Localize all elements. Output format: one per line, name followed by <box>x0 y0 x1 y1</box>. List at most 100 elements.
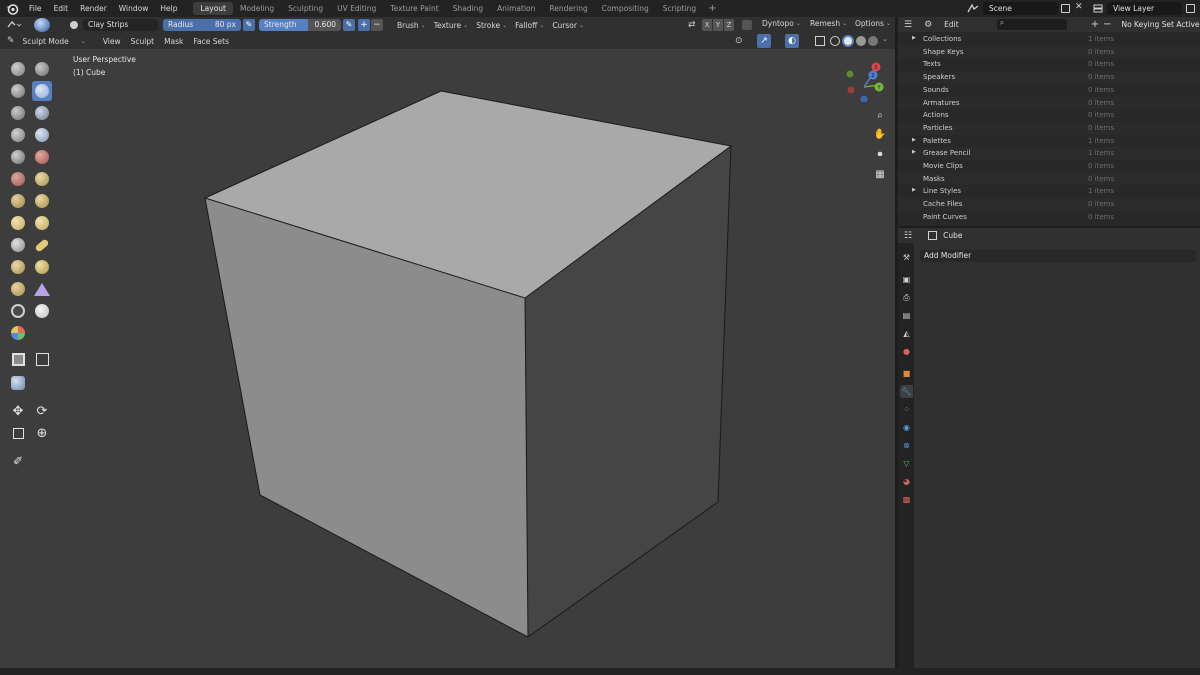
new-scene-icon[interactable] <box>1061 4 1070 13</box>
dyntopo-checkbox[interactable] <box>742 20 752 30</box>
add-direction-button[interactable]: + <box>358 19 370 31</box>
tab-compositing[interactable]: Compositing <box>595 2 656 15</box>
symmetry-icon[interactable]: ⇄ <box>688 19 700 31</box>
slide-relax-tool[interactable] <box>8 301 28 321</box>
expand-arrow-icon[interactable]: ▶ <box>912 187 916 193</box>
new-view-layer-icon[interactable] <box>1186 4 1195 13</box>
list-item[interactable]: Particles 0 items <box>898 121 1200 135</box>
rotate-tool[interactable] <box>32 279 52 299</box>
display-mode-icon[interactable]: ⚙ <box>924 20 932 30</box>
brush-type-icon[interactable] <box>70 21 78 29</box>
tab-constraints[interactable]: ⊗ <box>900 439 913 452</box>
list-item[interactable]: Masks 0 items <box>898 172 1200 186</box>
perspective-toggle-icon[interactable]: ▦ <box>872 166 888 182</box>
list-item[interactable]: Shape Keys 0 items <box>898 45 1200 59</box>
multiplane-scrape-tool[interactable] <box>32 191 52 211</box>
shading-wireframe-icon[interactable] <box>830 36 840 46</box>
cube-mesh[interactable] <box>0 49 895 668</box>
tab-material[interactable]: ◕ <box>900 475 913 488</box>
brush-dropdown[interactable]: Brush ⌄ <box>393 21 430 30</box>
box-mask-tool[interactable] <box>8 349 28 369</box>
expand-arrow-icon[interactable]: ▶ <box>912 35 916 41</box>
list-item[interactable]: Armatures 0 items <box>898 96 1200 110</box>
clay-tool[interactable] <box>8 81 28 101</box>
mirror-y-toggle[interactable]: Y <box>713 19 723 31</box>
view-layer-icon[interactable] <box>1091 3 1105 14</box>
menu-render[interactable]: Render <box>74 4 113 13</box>
list-item[interactable]: Cache Files 0 items <box>898 198 1200 211</box>
list-item[interactable]: ▶ Line Styles 1 items <box>898 185 1200 198</box>
options-dropdown[interactable]: Options ⌄ <box>851 19 895 28</box>
shading-options-icon[interactable]: ⌄ <box>882 35 888 43</box>
list-item[interactable]: ▶ Collections 1 items <box>898 33 1200 46</box>
subtract-direction-button[interactable]: − <box>371 19 383 31</box>
menu-mask[interactable]: Mask <box>159 37 188 46</box>
radius-pressure-icon[interactable]: ✎ <box>243 19 255 31</box>
grab-tool[interactable] <box>32 213 52 233</box>
tab-texture-paint[interactable]: Texture Paint <box>383 2 445 15</box>
menu-face-sets[interactable]: Face Sets <box>188 37 234 46</box>
strength-slider[interactable]: Strength 0.600 <box>259 19 341 31</box>
tab-tool[interactable]: ⚒ <box>900 251 913 264</box>
tab-scene[interactable]: ◭ <box>900 327 913 340</box>
mirror-z-toggle[interactable]: Z <box>724 19 734 31</box>
tab-scripting[interactable]: Scripting <box>656 2 703 15</box>
tab-layout[interactable]: Layout <box>193 2 233 15</box>
outliner-search-input[interactable]: ⌕ <box>996 18 1067 30</box>
remove-keyframe-icon[interactable]: − <box>1103 19 1111 30</box>
tab-physics[interactable]: ◉ <box>900 421 913 434</box>
brush-preview-icon[interactable] <box>34 18 50 32</box>
3d-viewport[interactable]: User Perspective (1) Cube ✥ ⟳ ⊕ ✐ X Y Z … <box>0 49 895 668</box>
cursor-dropdown[interactable]: Cursor ⌄ <box>548 21 588 30</box>
tab-output[interactable]: ⎙ <box>900 291 913 304</box>
list-item[interactable]: Texts 0 items <box>898 58 1200 71</box>
menu-sculpt[interactable]: Sculpt <box>126 37 159 46</box>
gizmo-toggle-icon[interactable]: ↗ <box>757 34 771 48</box>
shading-rendered-icon[interactable] <box>868 36 878 46</box>
lasso-mask-tool[interactable] <box>32 349 52 369</box>
visibility-icon[interactable]: ⊙ <box>735 36 743 46</box>
stroke-dropdown[interactable]: Stroke ⌄ <box>472 21 511 30</box>
radius-slider[interactable]: Radius 80 px <box>163 19 241 31</box>
menu-window[interactable]: Window <box>113 4 155 13</box>
menu-edit[interactable]: Edit <box>48 4 75 13</box>
list-item[interactable]: Movie Clips 0 items <box>898 160 1200 173</box>
tab-modeling[interactable]: Modeling <box>233 2 281 15</box>
mesh-filter-tool[interactable] <box>8 373 28 393</box>
gizmo-neg-y-axis[interactable] <box>846 70 854 78</box>
shading-solid-icon[interactable] <box>842 35 854 47</box>
view-layer-selector[interactable]: View Layer <box>1107 2 1182 15</box>
remesh-dropdown[interactable]: Remesh ⌄ <box>806 19 851 28</box>
tab-object[interactable]: ■ <box>900 367 913 380</box>
overlays-toggle-icon[interactable]: ◐ <box>785 34 799 48</box>
tab-render[interactable]: ▣ <box>900 273 913 286</box>
delete-scene-icon[interactable]: ✕ <box>1075 2 1083 12</box>
tab-uv-editing[interactable]: UV Editing <box>330 2 383 15</box>
properties-editor-icon[interactable]: ☷ <box>904 231 912 241</box>
clay-strips-tool[interactable] <box>32 81 52 101</box>
snake-hook-tool[interactable] <box>32 235 52 255</box>
layer-tool[interactable] <box>32 103 52 123</box>
draw-sharp-tool[interactable] <box>32 59 52 79</box>
scene-selector[interactable]: Scene <box>983 2 1058 15</box>
pose-tool[interactable] <box>32 257 52 277</box>
xray-toggle-icon[interactable] <box>815 36 825 46</box>
tab-sculpting[interactable]: Sculpting <box>281 2 330 15</box>
falloff-dropdown[interactable]: Falloff ⌄ <box>511 21 548 30</box>
move-tool[interactable]: ✥ <box>8 401 28 421</box>
expand-arrow-icon[interactable]: ▶ <box>912 149 916 155</box>
zoom-icon[interactable]: ⌕ <box>872 107 888 123</box>
annotate-tool[interactable]: ✐ <box>8 451 28 471</box>
scrape-tool[interactable] <box>8 191 28 211</box>
outliner-editor-icon[interactable]: ☰ <box>904 20 912 30</box>
gizmo-neg-x-axis[interactable] <box>847 86 855 94</box>
brush-name-field[interactable]: Clay Strips <box>83 19 158 31</box>
list-item[interactable]: Paint Curves 0 items <box>898 211 1200 224</box>
add-workspace-button[interactable]: + <box>703 3 721 14</box>
add-keyframe-icon[interactable]: + <box>1091 19 1099 30</box>
pinch-tool[interactable] <box>8 213 28 233</box>
scene-icon[interactable] <box>966 3 980 14</box>
transform-tool[interactable]: ⊕ <box>32 423 52 443</box>
gizmo-neg-z-axis[interactable] <box>860 95 868 103</box>
expand-arrow-icon[interactable]: ▶ <box>912 137 916 143</box>
